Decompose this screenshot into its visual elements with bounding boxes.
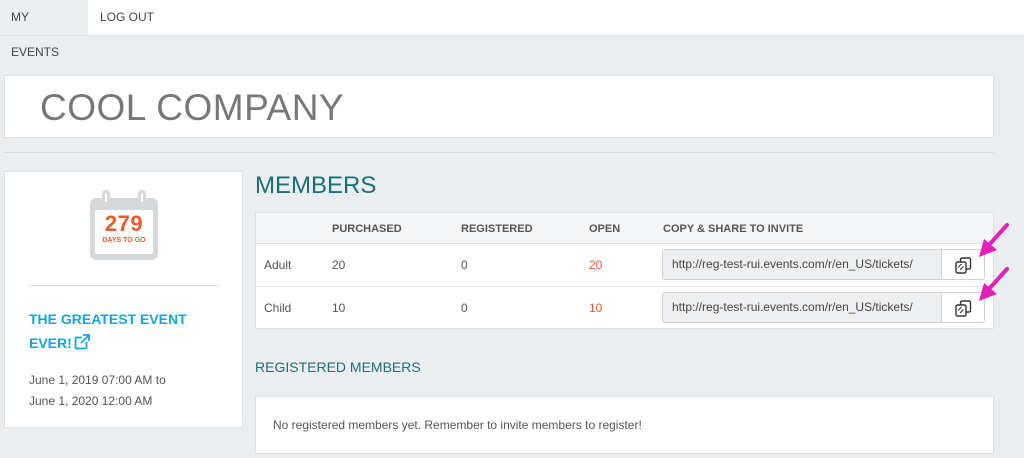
column-open: OPEN xyxy=(589,223,621,235)
company-name: COOL COMPANY xyxy=(40,87,345,128)
table-row: Child 10 0 10 http://reg-test-rui.events… xyxy=(256,287,993,330)
member-type: Adult xyxy=(264,258,292,272)
open-count: 20 xyxy=(589,258,603,272)
calendar-ring-right xyxy=(138,190,146,205)
calendar-ring-left xyxy=(102,190,110,205)
registered-members-panel: No registered members yet. Remember to i… xyxy=(255,396,994,454)
purchased-count: 20 xyxy=(332,258,346,272)
member-type: Child xyxy=(264,301,292,315)
event-card: 279 DAYS TO GO THE GREATEST EVENT EVER! … xyxy=(4,171,243,428)
table-row: Adult 20 0 20 http://reg-test-rui.events… xyxy=(256,244,993,287)
calendar-icon: 279 DAYS TO GO xyxy=(90,190,158,260)
invite-url-field[interactable]: http://reg-test-rui.events.com/r/en_US/t… xyxy=(662,292,942,323)
registered-members-title: REGISTERED MEMBERS xyxy=(255,359,421,375)
external-link-icon[interactable] xyxy=(74,334,90,350)
column-purchased: PURCHASED xyxy=(332,223,402,235)
column-registered: REGISTERED xyxy=(461,223,533,235)
copy-icon xyxy=(955,257,972,274)
event-title: THE GREATEST EVENT EVER! xyxy=(29,311,187,351)
top-navigation: MY EVENTS LOG OUT xyxy=(0,0,1024,59)
event-end-date: June 1, 2020 12:00 AM xyxy=(29,394,153,408)
registered-count: 0 xyxy=(461,301,468,315)
event-title-link[interactable]: THE GREATEST EVENT EVER! xyxy=(29,307,219,355)
members-title: MEMBERS xyxy=(255,172,377,199)
company-header: COOL COMPANY xyxy=(4,75,994,138)
days-label: DAYS TO GO xyxy=(102,237,146,244)
card-divider xyxy=(29,285,219,286)
table-header: PURCHASED REGISTERED OPEN COPY & SHARE T… xyxy=(256,213,993,244)
event-dates: June 1, 2019 07:00 AM to June 1, 2020 12… xyxy=(29,370,166,412)
event-start-date: June 1, 2019 07:00 AM to xyxy=(29,373,166,387)
column-copy-share: COPY & SHARE TO INVITE xyxy=(663,223,804,235)
empty-state-message: No registered members yet. Remember to i… xyxy=(273,418,642,432)
tab-my-events[interactable]: MY EVENTS xyxy=(0,0,88,59)
arrow-icon xyxy=(979,223,1009,257)
open-count: 10 xyxy=(589,301,603,315)
copy-icon xyxy=(955,300,972,317)
registered-count: 0 xyxy=(461,258,468,272)
arrow-icon xyxy=(979,267,1009,301)
days-count: 279 xyxy=(104,211,144,236)
tab-log-out[interactable]: LOG OUT xyxy=(88,0,166,35)
purchased-count: 10 xyxy=(332,301,346,315)
members-table: PURCHASED REGISTERED OPEN COPY & SHARE T… xyxy=(255,212,994,329)
section-divider xyxy=(4,152,994,153)
invite-url-field[interactable]: http://reg-test-rui.events.com/r/en_US/t… xyxy=(662,249,942,280)
